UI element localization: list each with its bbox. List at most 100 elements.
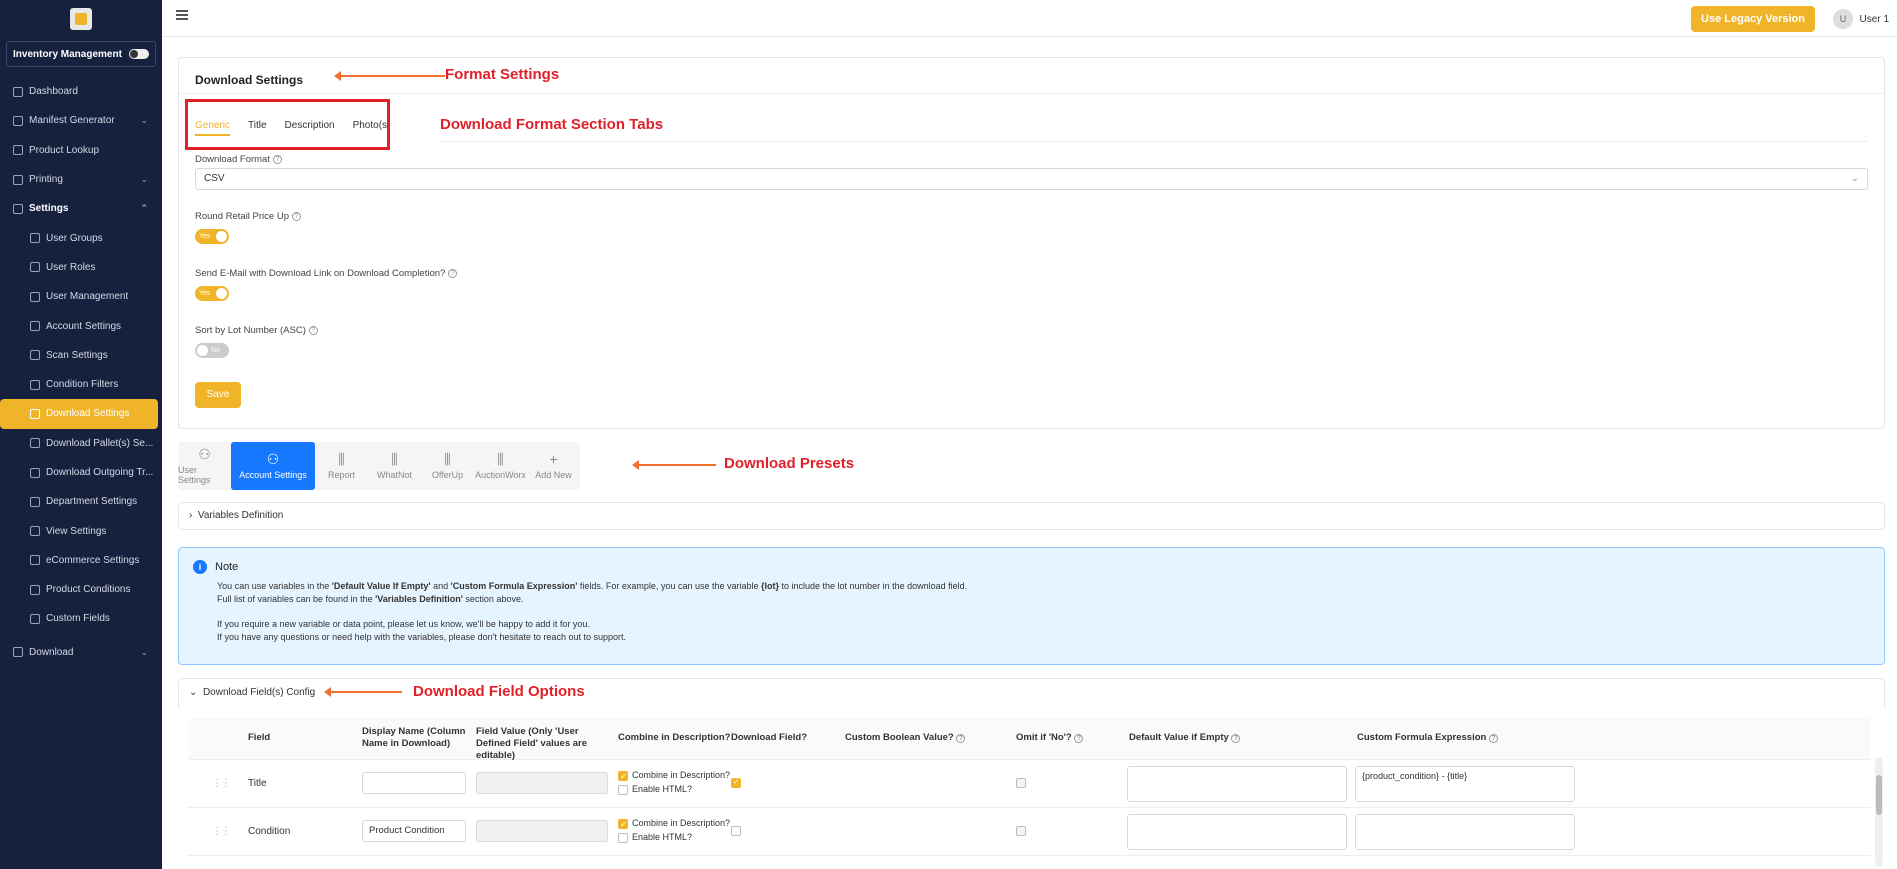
preset-report[interactable]: ⫼ Report: [315, 442, 368, 490]
sidebar-item-user-groups[interactable]: User Groups: [0, 223, 162, 252]
help-icon[interactable]: ?: [956, 734, 966, 743]
help-icon[interactable]: ?: [1231, 734, 1241, 743]
sidebar-item-download-outgoing-tr[interactable]: Download Outgoing Tr...: [0, 458, 162, 487]
chevron-right-icon: ›: [189, 510, 193, 521]
sidebar-item-user-management[interactable]: User Management: [0, 282, 162, 311]
sidebar-item-label: Dashboard: [29, 86, 78, 98]
combine-checkbox[interactable]: Combine in Description?: [618, 816, 730, 832]
preset-label: User Settings: [178, 465, 211, 485]
th-display-name: Display Name (Column Name in Download): [362, 726, 466, 749]
preset-add-new[interactable]: + Add New: [527, 442, 580, 490]
round-price-toggle[interactable]: Yes: [195, 229, 229, 244]
omit-checkbox[interactable]: [1016, 778, 1030, 789]
mode-switch-bar[interactable]: Inventory Management: [6, 41, 156, 67]
formula-textarea[interactable]: [1355, 814, 1575, 850]
sidebar-item-label: Scan Settings: [46, 349, 108, 361]
help-icon[interactable]: ?: [272, 155, 282, 164]
omit-checkbox[interactable]: [1016, 826, 1030, 837]
mode-toggle[interactable]: [129, 49, 149, 59]
download-presets: ⚇ User Settings ⚇ Account Settings ⫼ Report…: [178, 442, 580, 490]
help-icon[interactable]: ?: [308, 326, 318, 335]
email-link-toggle[interactable]: Yes: [195, 286, 229, 301]
sidebar-item-scan-settings[interactable]: Scan Settings: [0, 341, 162, 370]
sidebar-item-label: eCommerce Settings: [46, 554, 140, 566]
note-line-3: If you require a new variable or data po…: [217, 619, 590, 629]
th-custom-bool: Custom Boolean Value? ?: [845, 732, 966, 744]
formula-textarea[interactable]: {product_condition} - {title}: [1355, 766, 1575, 802]
user-name[interactable]: User 1: [1860, 14, 1889, 25]
preset-label: Add New: [535, 470, 572, 480]
sidebar-item-product-lookup[interactable]: Product Lookup: [0, 136, 162, 165]
sidebar-item-label: Download: [29, 646, 74, 658]
toggle-state: No: [211, 347, 220, 354]
sidebar-item-condition-filters[interactable]: Condition Filters: [0, 370, 162, 399]
html-checkbox[interactable]: Enable HTML?: [618, 782, 730, 796]
default-value-textarea[interactable]: [1127, 814, 1347, 850]
help-icon[interactable]: ?: [1074, 734, 1084, 743]
app-logo[interactable]: [0, 0, 162, 38]
preset-account-settings[interactable]: ⚇ Account Settings: [231, 442, 315, 490]
preset-label: WhatNot: [376, 470, 412, 480]
default-value-textarea[interactable]: [1127, 766, 1347, 802]
checkbox[interactable]: [618, 832, 628, 843]
th-field-value: Field Value (Only 'User Defined Field' v…: [476, 726, 588, 761]
sidebar-item-account-settings[interactable]: Account Settings: [0, 311, 162, 340]
sidebar-item-department-settings[interactable]: Department Settings: [0, 487, 162, 516]
preset-auctionworx[interactable]: ⫼ AuctionWorx: [474, 442, 527, 490]
help-icon[interactable]: ?: [1488, 734, 1498, 743]
checkbox-checked[interactable]: [731, 777, 741, 789]
field-value-input: [476, 820, 608, 842]
menu-collapse-icon[interactable]: [176, 10, 188, 20]
html-checkbox[interactable]: Enable HTML?: [618, 830, 730, 844]
download-checkbox[interactable]: [731, 777, 745, 789]
sidebar-item-printing[interactable]: Printing ⌄: [0, 165, 162, 194]
preset-whatnot[interactable]: ⫼ WhatNot: [368, 442, 421, 490]
help-icon[interactable]: ?: [292, 212, 301, 221]
checkbox-checked[interactable]: [618, 818, 628, 832]
display-name-input[interactable]: Product Condition: [362, 820, 466, 842]
sidebar-item-download[interactable]: Download ⌄: [0, 638, 162, 667]
config-title: Download Field(s) Config: [202, 687, 316, 698]
preset-user-settings[interactable]: ⚇ User Settings: [178, 442, 231, 490]
download-format-label-text: Download Format: [195, 154, 270, 165]
download-format-value: CSV: [204, 173, 225, 184]
variables-definition-label: Variables Definition: [197, 510, 284, 521]
variables-definition-collapse[interactable]: › Variables Definition: [178, 502, 1885, 530]
grid-icon: [30, 262, 40, 273]
sidebar-item-user-roles[interactable]: User Roles: [0, 253, 162, 282]
avatar[interactable]: U: [1833, 9, 1853, 29]
sidebar-item-manifest-generator[interactable]: Manifest Generator ⌄: [0, 106, 162, 135]
save-button[interactable]: Save: [195, 382, 241, 408]
use-legacy-version-button[interactable]: Use Legacy Version: [1691, 6, 1815, 32]
drag-handle-icon[interactable]: ⋮⋮: [212, 778, 231, 789]
sidebar-item-custom-fields[interactable]: Custom Fields: [0, 604, 162, 633]
download-fields-config-collapse[interactable]: ⌄ Download Field(s) Config: [178, 678, 1885, 708]
help-icon[interactable]: ?: [448, 269, 458, 278]
download-checkbox[interactable]: [731, 826, 745, 837]
sidebar-item-download-settings[interactable]: Download Settings: [0, 399, 158, 429]
sort-lot-toggle[interactable]: No: [195, 343, 229, 358]
table-scrollbar[interactable]: [1875, 757, 1883, 867]
sidebar-item-dashboard[interactable]: Dashboard: [0, 77, 162, 106]
field-name: Title: [248, 778, 267, 789]
checkbox[interactable]: [618, 784, 628, 795]
display-name-input[interactable]: [362, 772, 466, 794]
sidebar-item-view-settings[interactable]: View Settings: [0, 516, 162, 545]
email-link-label: Send E-Mail with Download Link on Downlo…: [195, 268, 458, 279]
combine-checkbox[interactable]: Combine in Description?: [618, 768, 730, 784]
drag-handle-icon[interactable]: ⋮⋮: [212, 826, 231, 837]
sidebar-item-product-conditions[interactable]: Product Conditions: [0, 575, 162, 604]
th-omit-text: Omit if 'No'?: [1016, 732, 1072, 743]
annotation-section-tabs: Download Format Section Tabs: [440, 116, 664, 133]
checkbox[interactable]: [731, 826, 741, 837]
checkbox-checked[interactable]: [618, 770, 628, 784]
sidebar-item-settings[interactable]: Settings ⌃: [0, 194, 162, 223]
round-price-label-text: Round Retail Price Up: [195, 211, 289, 222]
download-format-select[interactable]: CSV ⌄: [195, 168, 1868, 190]
sidebar-item-download-pallet-s-se[interactable]: Download Pallet(s) Se...: [0, 429, 162, 458]
preset-offerup[interactable]: ⫼ OfferUp: [421, 442, 474, 490]
dashboard-icon: [13, 86, 23, 97]
sliders-icon: ⫼: [338, 451, 345, 467]
sidebar-item-label: Printing: [29, 174, 63, 186]
sidebar-item-ecommerce-settings[interactable]: eCommerce Settings: [0, 546, 162, 575]
